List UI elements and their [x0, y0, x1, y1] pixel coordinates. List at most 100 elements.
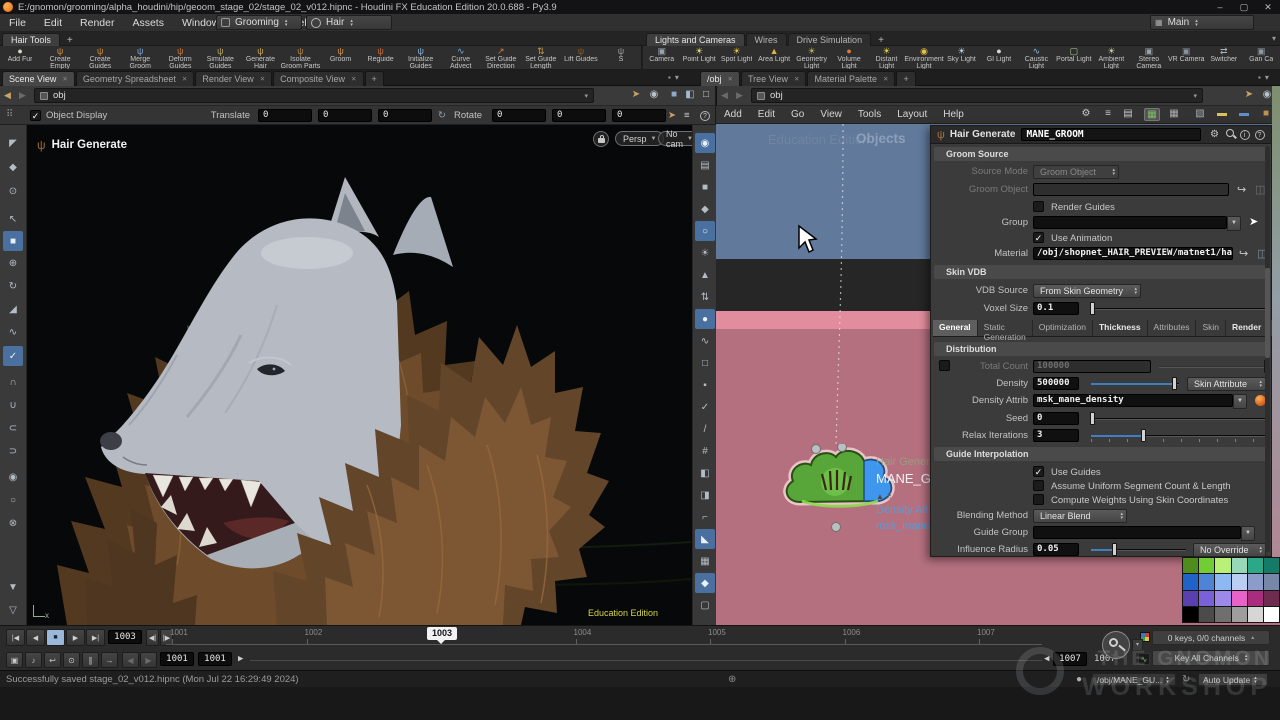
shade-box-icon[interactable]: □ — [695, 353, 715, 373]
group-list-icon[interactable]: ▢ — [695, 595, 715, 615]
network-menu-layout[interactable]: Layout — [889, 109, 935, 120]
shelf-add-tab-button[interactable]: + — [61, 35, 79, 46]
checker-icon[interactable]: ▦ — [695, 551, 715, 571]
group-dropdown-icon[interactable]: ▼ — [1227, 216, 1241, 231]
netbar-tools-icon[interactable]: ⚙ — [1078, 108, 1094, 119]
pane-tab-material-palette[interactable]: Material Palette✕ — [807, 71, 895, 86]
vdb-source-select[interactable]: From Skin Geometry▴▾ — [1033, 284, 1141, 298]
point-numbers-icon[interactable]: # — [695, 441, 715, 461]
network-menu-add[interactable]: Add — [716, 109, 750, 120]
network-menu-tools[interactable]: Tools — [850, 109, 889, 120]
palette-swatch-18[interactable] — [1183, 607, 1198, 622]
pin-view-icon[interactable]: ◆ — [695, 199, 715, 219]
netbar-parms-icon[interactable]: ≡ — [1100, 108, 1116, 119]
shelf-tab-hair-tools[interactable]: Hair Tools — [2, 33, 60, 46]
parameter-scrollbar[interactable] — [1265, 146, 1270, 552]
range-start2-field[interactable]: 1001 — [198, 652, 232, 666]
palette-swatch-0[interactable] — [1183, 558, 1198, 573]
use-animation-checkbox[interactable]: ✓ — [1033, 232, 1044, 243]
menu-file[interactable]: File — [0, 17, 35, 29]
shelf-tool-reguide[interactable]: ψReguide — [361, 47, 401, 63]
param-tab-optimization[interactable]: Optimization — [1033, 320, 1093, 336]
param-tab-render[interactable]: Render — [1226, 320, 1268, 336]
shelf-tool-deform-guides[interactable]: ψDeform Guides — [160, 47, 200, 70]
points-display-icon[interactable]: ▪ — [695, 375, 715, 395]
current-node-path-select[interactable]: /obj/MANE_GU...▴▾ — [1092, 673, 1176, 686]
groom-brush-icon[interactable]: ✓ — [3, 346, 23, 366]
white-cube-icon[interactable]: □ — [698, 89, 714, 100]
recook-icon[interactable]: ↻ — [1182, 674, 1190, 685]
density-attrib-dropdown-icon[interactable]: ▼ — [1233, 394, 1247, 409]
tab-close-icon[interactable]: ✕ — [883, 75, 888, 83]
reference-plane-icon[interactable]: ○ — [3, 490, 23, 510]
palette-swatch-15[interactable] — [1232, 591, 1247, 606]
key-options-dropdown[interactable]: ▾ — [1132, 639, 1143, 651]
pin-icon[interactable]: ➤ — [628, 89, 644, 100]
nav-back-button[interactable]: ◀ — [0, 90, 15, 101]
render-guides-checkbox[interactable] — [1033, 201, 1044, 212]
netbar-display-colors-icon[interactable]: ▦ — [1144, 108, 1160, 121]
jump-end-button[interactable]: ▶| — [86, 629, 105, 646]
points-from-view-icon[interactable]: ⊗ — [3, 513, 23, 533]
minimize-button[interactable]: – — [1208, 2, 1232, 13]
palette-swatch-3[interactable] — [1232, 558, 1247, 573]
rotate-x-field[interactable]: 0 — [492, 109, 546, 122]
help-icon[interactable]: ? — [700, 110, 710, 121]
palette-swatch-22[interactable] — [1248, 607, 1263, 622]
pane-tab-add-tab-button[interactable]: + — [896, 71, 915, 86]
scale-tool-icon[interactable]: ◢ — [3, 299, 23, 319]
param-tab-static-generation[interactable]: Static Generation — [978, 320, 1033, 336]
range-slider[interactable] — [250, 660, 1042, 661]
network-menu-go[interactable]: Go — [783, 109, 812, 120]
section-guide-interpolation[interactable]: Guide Interpolation — [934, 447, 1268, 461]
snapshot-view-icon[interactable]: ◉ — [646, 89, 662, 100]
netbar-rows-icon[interactable]: ▤ — [1120, 108, 1136, 119]
palette-swatch-8[interactable] — [1215, 574, 1230, 589]
palette-swatch-21[interactable] — [1232, 607, 1247, 622]
flipbook-icon[interactable]: ▼ — [3, 577, 23, 597]
parm-layout-icon[interactable]: ≡ — [684, 110, 690, 121]
snap-multi-icon[interactable]: ⊃ — [3, 441, 23, 461]
translate-tool-icon[interactable]: ⊕ — [3, 253, 23, 273]
view-mask-icon[interactable]: ◣ — [695, 529, 715, 549]
palette-swatch-16[interactable] — [1248, 591, 1263, 606]
shelf-tool-ambient-light[interactable]: ☀Ambient Light — [1093, 47, 1130, 70]
layers-icon[interactable]: ▤ — [695, 155, 715, 175]
jump-start-button[interactable]: |◀ — [6, 629, 25, 646]
search-icon[interactable] — [1222, 129, 1237, 140]
continue-icon[interactable]: → — [101, 652, 118, 668]
tab-close-icon[interactable]: ✕ — [351, 75, 356, 83]
toolbar-grip-icon[interactable]: ⠿ — [6, 109, 12, 120]
camera-selector[interactable]: No cam▼ — [658, 131, 692, 146]
influence-override-select[interactable]: No Override▴▾ — [1193, 543, 1266, 557]
pane-tab-obj[interactable]: /obj✕ — [700, 71, 740, 86]
density-slider[interactable] — [1091, 377, 1179, 390]
update-mode-select[interactable]: Auto Update▴▾ — [1198, 673, 1268, 686]
view-tool-icon[interactable]: ◤ — [3, 133, 23, 153]
shelf-tool-simulate-guides[interactable]: ψSimulate Guides — [200, 47, 240, 70]
relax-iterations-slider[interactable] — [1091, 429, 1269, 442]
param-tab-general[interactable]: General — [933, 320, 978, 336]
desktop-selector-grooming[interactable]: Grooming ▴▾ — [216, 15, 302, 30]
guide-display-icon[interactable]: ◆ — [695, 573, 715, 593]
shelf-tool-distant-light[interactable]: ☀Distant Light — [868, 47, 905, 70]
shelf-tool-merge-groom-objects[interactable]: ψMerge Groom Objects — [120, 47, 160, 70]
copy-keys-icon[interactable]: ▣ — [6, 652, 23, 668]
net-nav-back-button[interactable]: ◀ — [717, 90, 732, 101]
stop-button[interactable]: ■ — [46, 629, 65, 646]
rewind-range-icon[interactable]: ◀ — [122, 652, 139, 668]
wireframe-icon[interactable]: ∿ — [695, 331, 715, 351]
path-dropdown-icon[interactable]: ▾ — [1193, 92, 1197, 100]
shelf-tool-switcher[interactable]: ⇄Switcher — [1205, 47, 1242, 63]
rotate-z-field[interactable]: 0 — [612, 109, 666, 122]
influence-radius-field[interactable]: 0.05 — [1033, 543, 1079, 556]
relax-iterations-field[interactable]: 3 — [1033, 429, 1079, 442]
node-reference-icon[interactable]: ↪ — [1237, 183, 1246, 197]
pane-tab-render-view[interactable]: Render View✕ — [195, 71, 272, 86]
snapshot-icon[interactable]: ▽ — [3, 600, 23, 620]
shelf-tool-spot-light[interactable]: ☀Spot Light — [718, 47, 755, 63]
range-start-field[interactable]: 1001 — [160, 652, 194, 666]
rotate-handle-icon[interactable]: ↻ — [438, 110, 446, 121]
node-name-field[interactable]: MANE_GROOM — [1021, 128, 1201, 141]
palette-swatch-19[interactable] — [1199, 607, 1214, 622]
